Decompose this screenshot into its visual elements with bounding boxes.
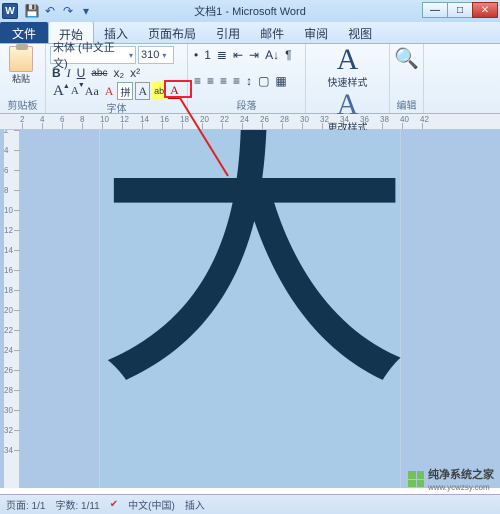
italic-button[interactable]: I: [65, 64, 73, 82]
align-right-button[interactable]: ≡: [218, 72, 229, 90]
subscript-button[interactable]: x₂: [111, 64, 126, 82]
title-bar: W 💾 ↶ ↷ ▾ 文档1 - Microsoft Word — □ ✕: [0, 0, 500, 22]
shrink-font-button[interactable]: A▼: [69, 82, 81, 100]
font-size-combo[interactable]: 310▾: [138, 46, 174, 64]
tab-mailings[interactable]: 邮件: [250, 21, 294, 43]
group-font: 宋体 (中文正文)▾ 310▾ B I U abc x₂ x² A▲ A▼ Aa…: [46, 44, 188, 113]
change-case-button[interactable]: Aa: [83, 82, 101, 100]
line-spacing-button[interactable]: ↕: [244, 72, 254, 90]
phonetic-guide-button[interactable]: 拼: [117, 82, 133, 100]
align-left-button[interactable]: ≡: [192, 72, 203, 90]
group-label-clipboard: 剪贴板: [4, 97, 41, 113]
annotation-highlight-box: [164, 80, 192, 98]
clipboard-icon: [9, 46, 33, 72]
watermark-url: www.ycwzsy.com: [428, 483, 494, 492]
group-clipboard: 粘贴 剪贴板: [0, 44, 46, 113]
increase-indent-button[interactable]: ⇥: [247, 46, 261, 64]
binoculars-icon: 🔍: [394, 46, 419, 71]
group-styles: A 快速样式 A 更改样式 样式: [306, 44, 390, 113]
sort-button[interactable]: A↓: [263, 46, 281, 64]
vertical-ruler[interactable]: 246810121416182022242628303234: [4, 130, 20, 488]
watermark-text: 纯净系统之家: [428, 466, 494, 482]
show-marks-button[interactable]: ¶: [283, 46, 293, 64]
file-tab[interactable]: 文件: [0, 21, 48, 43]
editing-button[interactable]: 🔍: [394, 46, 419, 71]
document-area[interactable]: 246810121416182022242628303234 大: [0, 130, 500, 488]
quick-styles-button[interactable]: A 快速样式: [326, 46, 370, 89]
strike-button[interactable]: abc: [89, 64, 109, 82]
bold-button[interactable]: B: [50, 64, 63, 82]
grow-font-button[interactable]: A▲: [50, 82, 67, 100]
tab-references[interactable]: 引用: [206, 21, 250, 43]
status-page: 页面: 1/1: [6, 497, 45, 512]
shading-button[interactable]: ▢: [256, 72, 271, 90]
numbering-button[interactable]: 1: [202, 46, 213, 64]
superscript-button[interactable]: x²: [128, 64, 142, 82]
status-language[interactable]: 中文(中国): [128, 497, 175, 512]
paste-label: 粘贴: [12, 72, 30, 85]
close-button[interactable]: ✕: [472, 2, 498, 18]
group-label-paragraph: 段落: [192, 97, 301, 113]
underline-button[interactable]: U: [75, 64, 88, 82]
maximize-button[interactable]: □: [447, 2, 473, 18]
align-justify-button[interactable]: ≡: [231, 72, 242, 90]
borders-button[interactable]: ▦: [273, 72, 288, 90]
clear-format-button[interactable]: A: [103, 82, 116, 100]
group-editing: 🔍 编辑: [390, 44, 424, 113]
watermark: 纯净系统之家 www.ycwzsy.com: [408, 466, 494, 492]
tab-page-layout[interactable]: 页面布局: [138, 21, 206, 43]
tab-review[interactable]: 审阅: [294, 21, 338, 43]
status-words: 字数: 1/11: [55, 497, 99, 512]
char-border-button[interactable]: A: [135, 82, 150, 100]
bullets-button[interactable]: •: [192, 46, 200, 64]
status-insert-mode[interactable]: 插入: [185, 497, 205, 512]
horizontal-ruler[interactable]: 24681012141618202224262830323436384042: [0, 114, 500, 130]
status-bar: 页面: 1/1 字数: 1/11 ✔ 中文(中国) 插入: [0, 494, 500, 514]
group-paragraph: • 1 ≣ ⇤ ⇥ A↓ ¶ ≡ ≡ ≡ ≡ ↕ ▢ ▦ 段落: [188, 44, 306, 113]
align-center-button[interactable]: ≡: [205, 72, 216, 90]
paste-button[interactable]: 粘贴: [4, 46, 38, 85]
styles-a-icon: A: [337, 46, 359, 74]
watermark-logo-icon: [408, 471, 424, 487]
document-page[interactable]: 大: [100, 130, 400, 488]
minimize-button[interactable]: —: [422, 2, 448, 18]
decrease-indent-button[interactable]: ⇤: [231, 46, 245, 64]
group-label-editing: 编辑: [394, 97, 419, 113]
ribbon: 粘贴 剪贴板 宋体 (中文正文)▾ 310▾ B I U abc x₂ x² A…: [0, 44, 500, 114]
font-name-combo[interactable]: 宋体 (中文正文)▾: [50, 46, 136, 64]
multilevel-button[interactable]: ≣: [215, 46, 229, 64]
group-label-font: 字体: [50, 100, 183, 116]
tab-view[interactable]: 视图: [338, 21, 382, 43]
document-text[interactable]: 大: [94, 130, 414, 408]
